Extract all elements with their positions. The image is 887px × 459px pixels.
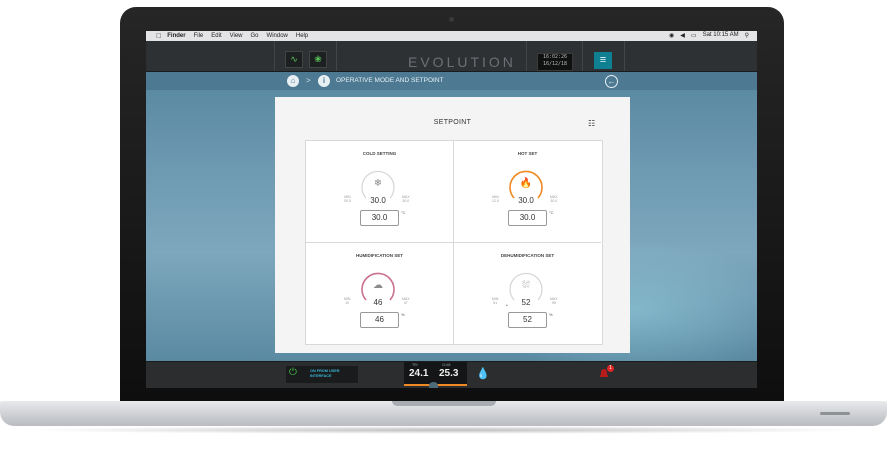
- cold-setpoint-input[interactable]: 30.0: [360, 210, 399, 226]
- divider: [274, 41, 275, 71]
- unit-label: °C: [401, 210, 406, 215]
- card-title: COLD SETTING: [362, 151, 397, 156]
- breadcrumb: ⌂ > i OPERATIVE MODE AND SETPOINT ←: [146, 72, 757, 90]
- home-icon[interactable]: ⌂: [287, 75, 299, 87]
- humidification-setpoint-input[interactable]: 46: [360, 312, 399, 328]
- hot-setpoint-input[interactable]: 30.0: [508, 210, 547, 226]
- min-value: MIN 00.0: [344, 195, 351, 203]
- battery-icon[interactable]: ▭: [691, 32, 697, 39]
- back-arrow-icon[interactable]: ←: [605, 75, 618, 88]
- clock-date: 16/12/18: [542, 61, 568, 67]
- setpoint-panel: SETPOINT ☷ COLD SETTING ❄ MIN 00.0 30.0 M…: [275, 97, 630, 353]
- unit-label: %: [549, 312, 553, 317]
- max-value: MAX 30.0: [550, 195, 558, 203]
- temp1-value: 24.1: [409, 368, 429, 379]
- clock-display: 16:02:26 16/12/18: [537, 53, 573, 71]
- leaf-icon[interactable]: ❀: [309, 51, 327, 68]
- flame-icon: 🔥: [519, 178, 533, 189]
- gauge-value: 46: [373, 298, 383, 307]
- menubar-status: ◉ ◀ ▭ Sat 10:15 AM ⚲: [669, 32, 749, 39]
- clock-time: 16:02:26: [542, 54, 568, 60]
- app-logo: EVOLUTION: [408, 54, 516, 70]
- card-title: HOT SET: [517, 151, 538, 156]
- expand-handle-icon[interactable]: [429, 382, 438, 388]
- divider: [526, 41, 527, 71]
- hamburger-icon[interactable]: ≡: [594, 52, 612, 69]
- menu-help[interactable]: Help: [296, 33, 308, 39]
- spotlight-icon[interactable]: ⚲: [745, 32, 749, 39]
- divider: [582, 41, 583, 71]
- unit-label: %: [401, 312, 405, 317]
- temp2-label: CLIM: [442, 363, 451, 367]
- settings-sliders-icon[interactable]: ☷: [588, 119, 595, 128]
- cold-setting-card: COLD SETTING ❄ MIN 00.0 30.0 MAX 30.0 30.0…: [306, 141, 454, 243]
- alarm-count-badge: 1: [607, 365, 614, 372]
- laptop-slot: [820, 412, 850, 415]
- divider: [624, 41, 625, 71]
- volume-icon[interactable]: ◀: [680, 32, 685, 39]
- menu-window[interactable]: Window: [267, 33, 288, 39]
- laptop-notch: [392, 401, 496, 406]
- info-icon[interactable]: i: [318, 75, 330, 87]
- min-value: MIN 51: [492, 297, 499, 305]
- dehumidification-setpoint-input[interactable]: 52: [508, 312, 547, 328]
- menubar-clock[interactable]: Sat 10:15 AM: [703, 32, 739, 39]
- indicator-dot: •: [506, 303, 508, 309]
- gauge-value: 30.0: [518, 196, 534, 205]
- gauge-value: 30.0: [370, 196, 386, 205]
- panel-title: SETPOINT: [433, 119, 472, 126]
- app-topbar: ∿ ❀ EVOLUTION 16:02:26 16/12/18 ≡: [146, 41, 757, 72]
- setpoint-grid: COLD SETTING ❄ MIN 00.0 30.0 MAX 30.0 30.0…: [305, 140, 603, 345]
- humidification-set-card: HUMIDIFICATION SET ☁ MIN 10 46 MAX 47 46 %: [306, 243, 454, 344]
- snowflake-icon: ❄: [373, 178, 383, 189]
- max-value: MAX 99: [550, 297, 558, 305]
- rain-icon: ⛆: [522, 280, 530, 291]
- camera: [449, 17, 454, 22]
- mac-menubar:  Finder File Edit View Go Window Help ◉…: [146, 31, 757, 41]
- heating-flame-icon: 💧: [476, 368, 490, 380]
- temp1-label: TRI: [412, 363, 418, 367]
- max-value: MAX 47: [402, 297, 410, 305]
- power-icon[interactable]: ⏻: [289, 367, 297, 378]
- breadcrumb-separator: >: [306, 76, 311, 85]
- min-value: MIN 12.0: [492, 195, 499, 203]
- menu-edit[interactable]: Edit: [211, 33, 221, 39]
- unit-label: °C: [549, 210, 554, 215]
- on-status-text: ON FROM USER INTERFACE: [310, 369, 340, 378]
- pulse-icon[interactable]: ∿: [285, 51, 303, 68]
- screen:  Finder File Edit View Go Window Help ◉…: [146, 31, 757, 388]
- cloud-icon: ☁: [373, 280, 383, 291]
- min-value: MIN 10: [344, 297, 351, 305]
- menu-go[interactable]: Go: [251, 33, 259, 39]
- hot-set-card: HOT SET 🔥 MIN 12.0 30.0 MAX 30.0 30.0 °C: [454, 141, 601, 243]
- apple-icon[interactable]: : [156, 33, 161, 40]
- menu-file[interactable]: File: [194, 33, 204, 39]
- max-value: MAX 30.0: [402, 195, 410, 203]
- card-title: DEHUMIDIFICATION SET: [500, 253, 555, 258]
- wifi-icon[interactable]: ◉: [669, 32, 674, 39]
- gauge-value: 52: [521, 298, 531, 307]
- menu-view[interactable]: View: [230, 33, 243, 39]
- laptop-shadow: [20, 426, 867, 434]
- page-title: OPERATIVE MODE AND SETPOINT: [336, 77, 444, 84]
- app-bottombar: ⏻ ON FROM USER INTERFACE TRI CLIM 24.1 2…: [146, 361, 757, 388]
- dehumidification-set-card: DEHUMIDIFICATION SET ⛆ MIN 51 • 52 MAX 99 …: [454, 243, 601, 344]
- menu-finder[interactable]: Finder: [167, 33, 185, 39]
- divider: [336, 41, 337, 71]
- temp2-value: 25.3: [439, 368, 459, 379]
- card-title: HUMIDIFICATION SET: [356, 253, 403, 258]
